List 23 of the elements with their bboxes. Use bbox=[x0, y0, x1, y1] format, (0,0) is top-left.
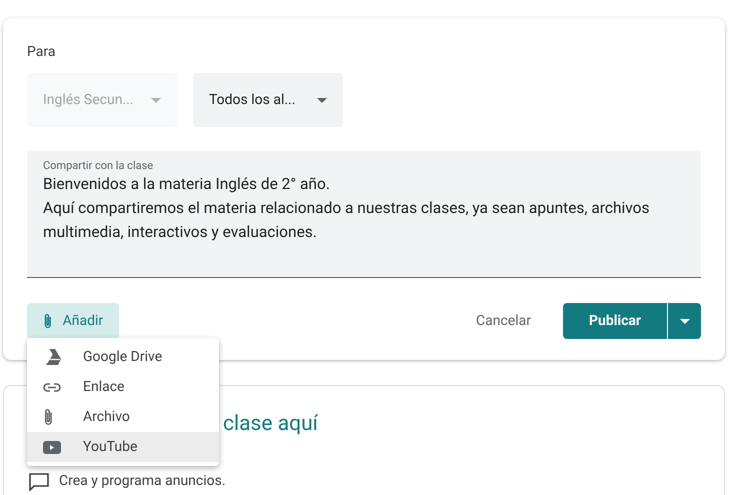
paperclip-icon bbox=[43, 408, 54, 426]
add-button[interactable]: Añadir bbox=[27, 303, 120, 339]
paperclip-icon bbox=[43, 313, 53, 329]
audience-label: Para bbox=[27, 43, 56, 62]
audience-dropdown[interactable]: Todos los al... bbox=[193, 73, 343, 127]
cancel-button[interactable]: Cancelar bbox=[460, 303, 547, 339]
play-button-icon bbox=[43, 440, 61, 454]
share-text: Bienvenidos a la materia Inglés de 2° año. Aquí compartiremos el materia relacionado a nuestras clases, ya sean apuntes, archivos multimedia, interactivos y evaluaciones. bbox=[43, 174, 651, 243]
add-menu-item[interactable]: Archivo bbox=[27, 402, 219, 432]
dropdown-caret-icon bbox=[151, 98, 161, 102]
chat-icon bbox=[29, 472, 49, 490]
field-label: Compartir con la clase bbox=[43, 159, 154, 172]
dropdown-caret-icon bbox=[680, 318, 690, 324]
add-menu-item[interactable]: Enlace bbox=[27, 372, 219, 402]
add-menu-item[interactable]: Google Drive bbox=[27, 342, 219, 372]
info-card-title: clase aquí bbox=[223, 411, 320, 438]
dropdown-caret-icon bbox=[317, 98, 327, 102]
publish-button[interactable]: Publicar bbox=[563, 303, 667, 339]
share-text-field[interactable]: Compartir con la clase Bienvenidos a la materia Inglés de 2° año. Aquí compartiremos el materia relacionado a nuestras clases, ya sean apuntes, archivos multimedia, interactivos y evaluaciones. bbox=[27, 151, 701, 278]
add-menu-item[interactable]: YouTube bbox=[27, 432, 219, 462]
publish-options-button[interactable] bbox=[667, 303, 701, 339]
link-icon bbox=[43, 382, 61, 392]
info-card-subtitle: Crea y programa anuncios. bbox=[59, 472, 226, 491]
